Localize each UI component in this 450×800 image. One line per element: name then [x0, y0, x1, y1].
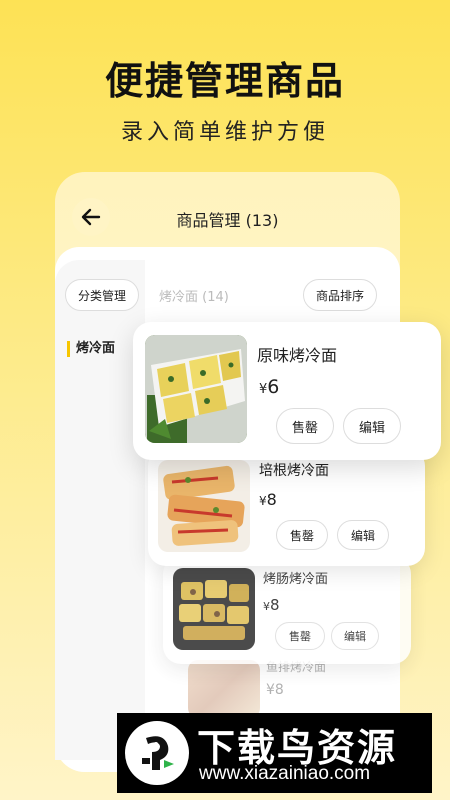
- food-image-icon: [179, 580, 249, 640]
- food-image-icon: [163, 465, 245, 546]
- watermark-banner: 下载鸟资源 www.xiazainiao.com: [117, 713, 432, 793]
- sold-out-button[interactable]: 售罄: [276, 408, 334, 444]
- product-name: 烤肠烤冷面: [263, 572, 329, 587]
- hero-title: 便捷管理商品: [104, 59, 345, 103]
- product-card[interactable]: 原味烤冷面 ¥6 售罄 编辑: [133, 322, 441, 460]
- product-image: [158, 460, 250, 552]
- product-image: [173, 568, 255, 650]
- bird-logo-icon: [125, 721, 189, 785]
- sold-out-button[interactable]: 售罄: [276, 520, 328, 550]
- product-price: ¥8: [263, 596, 280, 614]
- product-image: [145, 335, 247, 443]
- page-title: 商品管理 (13): [176, 211, 279, 230]
- sort-button[interactable]: 商品排序: [303, 279, 377, 311]
- product-card[interactable]: 烤肠烤冷面 ¥8 售罄 编辑: [163, 556, 411, 664]
- category-heading: 烤冷面 (14): [159, 290, 229, 305]
- edit-button[interactable]: 编辑: [331, 622, 379, 650]
- sidebar-item-kaolengmian[interactable]: 烤冷面: [67, 341, 115, 357]
- category-manage-button[interactable]: 分类管理: [65, 279, 139, 311]
- product-image: [188, 660, 260, 718]
- sold-out-button[interactable]: 售罄: [275, 622, 325, 650]
- product-card[interactable]: 培根烤冷面 ¥8 售罄 编辑: [148, 448, 425, 566]
- watermark-url: www.xiazainiao.com: [199, 763, 371, 784]
- product-name: 培根烤冷面: [259, 463, 329, 479]
- product-name: 原味烤冷面: [257, 346, 338, 365]
- category-sidebar: [55, 260, 145, 760]
- edit-button[interactable]: 编辑: [343, 408, 401, 444]
- product-price: ¥8: [266, 682, 284, 698]
- food-image-icon: [145, 335, 247, 443]
- edit-button[interactable]: 编辑: [337, 520, 389, 550]
- hero-subtitle: 录入简单维护方便: [120, 120, 329, 145]
- product-price: ¥8: [259, 490, 277, 509]
- product-price: ¥6: [259, 376, 280, 398]
